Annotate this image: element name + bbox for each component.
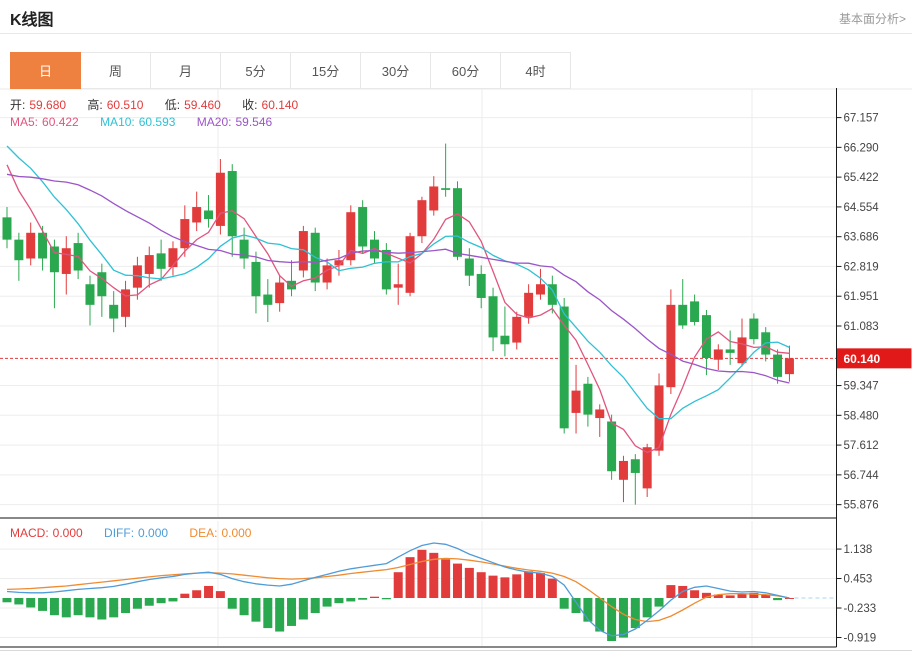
ma5-value: 60.422: [42, 115, 79, 129]
dea-value: 0.000: [221, 526, 251, 540]
open-value: 59.680: [29, 98, 66, 112]
price-tick-label: 61.951: [844, 291, 879, 303]
close-label: 收:: [242, 98, 257, 112]
macd-tick-label: -0.919: [844, 633, 877, 645]
price-tick-label: 57.612: [844, 440, 879, 452]
header-divider: [0, 33, 912, 34]
low-value: 59.460: [184, 98, 221, 112]
macd-value: 0.000: [53, 526, 83, 540]
macd-label: MACD:: [10, 526, 49, 540]
ohlc-legend: 开: 59.680 高: 60.510 低: 59.460 收: 60.140: [10, 96, 316, 113]
tab-interval-2[interactable]: 月: [150, 52, 221, 89]
price-tick-label: 61.083: [844, 321, 879, 333]
price-axis: 67.157 66.290 65.422 64.554 63.686 62.819 61.9…: [837, 88, 912, 520]
price-tick-label: 65.422: [844, 172, 879, 184]
ma10-label: MA10:: [100, 115, 135, 129]
macd-tick-label: 0.453: [844, 574, 873, 586]
page-title: K线图: [10, 6, 54, 30]
high-label: 高:: [87, 98, 102, 112]
macd-axis: 1.138 0.453 -0.233 -0.919: [837, 520, 877, 647]
tab-interval-0[interactable]: 日: [10, 52, 81, 89]
fundamental-analysis-link[interactable]: 基本面分析>: [839, 10, 906, 27]
macd-tick-label: 1.138: [844, 544, 873, 556]
dea-label: DEA:: [189, 526, 217, 540]
tab-interval-3[interactable]: 5分: [220, 52, 291, 89]
open-label: 开:: [10, 98, 25, 112]
candlestick-series: [3, 144, 794, 505]
diff-value: 0.000: [138, 526, 168, 540]
low-label: 低:: [165, 98, 180, 112]
page-bottom-border: [0, 650, 912, 651]
price-tick-label: 63.686: [844, 232, 879, 244]
tab-interval-4[interactable]: 15分: [290, 52, 361, 89]
price-tick-label: 66.290: [844, 142, 879, 154]
tab-interval-7[interactable]: 4时: [500, 52, 571, 89]
price-tick-label: 62.819: [844, 261, 879, 273]
price-tick-label: 64.554: [844, 202, 880, 214]
candlestick-chart: 67.157 66.290 65.422 64.554 63.686 62.819 61.9…: [0, 85, 912, 520]
main-grid: [0, 89, 912, 517]
ma10-value: 60.593: [139, 115, 176, 129]
tab-interval-1[interactable]: 周: [80, 52, 151, 89]
macd-legend: MACD: 0.000 DIFF: 0.000 DEA: 0.000: [10, 526, 269, 540]
ma5-label: MA5:: [10, 115, 38, 129]
price-tick-label: 59.347: [844, 381, 879, 393]
tab-interval-6[interactable]: 60分: [430, 52, 501, 89]
price-tick-label: 67.157: [844, 113, 879, 125]
ma20-value: 59.546: [235, 115, 272, 129]
price-tick-label: 58.480: [844, 410, 879, 422]
high-value: 60.510: [107, 98, 144, 112]
tab-interval-5[interactable]: 30分: [360, 52, 431, 89]
price-tick-label: 56.744: [844, 470, 880, 482]
interval-tab-bar: 日周月5分15分30分60分4时: [10, 52, 571, 89]
price-tick-label: 55.876: [844, 500, 879, 512]
macd-histogram: [3, 550, 794, 641]
last-price-tag-text: 60.140: [844, 352, 881, 366]
macd-tick-label: -0.233: [844, 603, 877, 615]
diff-label: DIFF:: [104, 526, 134, 540]
ma20-label: MA20:: [197, 115, 232, 129]
ma-legend: MA5: 60.422 MA10: 60.593 MA20:59.546: [10, 115, 290, 129]
close-value: 60.140: [262, 98, 299, 112]
